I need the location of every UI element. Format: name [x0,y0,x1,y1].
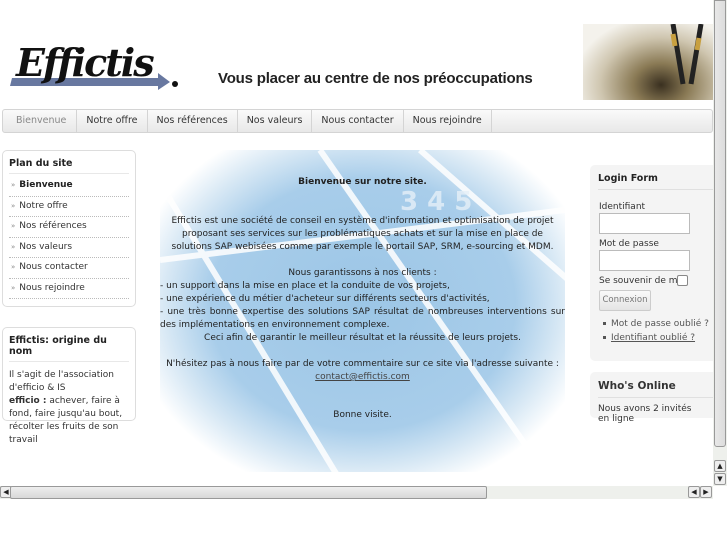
bullet-icon [603,336,606,339]
list-arrow-icon: » [11,263,16,271]
guarantee-item: - un support dans la mise en place et la… [160,281,450,291]
effictis-logo[interactable]: Effictis [8,40,178,100]
site-map-link[interactable]: Nos valeurs [19,242,72,252]
scroll-left-icon[interactable]: ◀ [688,486,700,498]
bullet-icon [603,322,606,325]
username-input[interactable] [599,213,690,234]
list-arrow-icon: » [11,283,16,292]
guarantee-item: - une expérience du métier d'acheteur su… [160,294,490,304]
list-arrow-icon: » [11,201,16,210]
main-content: Bienvenue sur notre site. Effictis est u… [160,176,565,422]
guarantee-text: Nous garantissons à nos clients : [288,268,437,278]
list-arrow-icon: » [11,181,16,189]
vertical-scroll-thumb[interactable] [714,0,726,447]
intro-text: Effictis est une société de conseil en s… [171,216,554,252]
forgot-username-link[interactable]: Identifiant oublié ? [611,333,695,343]
site-map-link[interactable]: Nos références [19,221,86,231]
list-arrow-icon: » [11,222,16,230]
nav-item-bienvenue[interactable]: Bienvenue [3,110,78,132]
nav-item-notre-offre[interactable]: Notre offre [77,110,148,132]
site-map-module: Plan du site » Bienvenue » Notre offre » No… [2,150,136,307]
welcome-heading: Bienvenue sur notre site. [298,177,427,187]
tagline: Vous placer au centre de nos préoccupati… [218,70,533,87]
scroll-up-icon[interactable]: ▲ [714,460,726,472]
darts-banner-image [583,24,713,100]
forgot-password-link[interactable]: Mot de passe oublié ? [611,319,709,329]
nav-item-nous-contacter[interactable]: Nous contacter [312,110,404,132]
horizontal-scroll-thumb[interactable] [10,486,487,499]
scroll-right-icon[interactable]: ▶ [700,486,712,498]
origin-text: Il s'agit de l'association d'efficio & I… [9,370,114,393]
svg-text:Effictis: Effictis [15,40,154,85]
password-input[interactable] [599,250,690,271]
origin-term: efficio : [9,396,47,406]
nav-item-nos-references[interactable]: Nos références [148,110,238,132]
remember-me-checkbox[interactable] [677,275,688,286]
nav-item-nous-rejoindre[interactable]: Nous rejoindre [404,110,492,132]
whos-online-text: Nous avons 2 invités en ligne [598,404,692,424]
scroll-down-icon[interactable]: ▼ [714,473,726,485]
closing-text: Bonne visite. [333,410,392,420]
username-label: Identifiant [599,202,646,212]
name-origin-title: Effictis: origine du nom [9,328,129,362]
whos-online-module: Who's Online Nous avons 2 invités en lig… [590,372,713,424]
nav-item-nos-valeurs[interactable]: Nos valeurs [238,110,313,132]
guarantee-item: - une très bonne expertise des solutions… [160,307,565,330]
whos-online-title: Who's Online [598,372,713,398]
list-arrow-icon: » [11,242,16,251]
site-map-link[interactable]: Bienvenue [19,180,72,190]
name-origin-module: Effictis: origine du nom Il s'agit de l'… [2,327,136,445]
site-map-link[interactable]: Notre offre [19,201,67,211]
main-nav: Bienvenue Notre offre Nos références Nos… [2,109,713,133]
login-form-title: Login Form [598,165,713,190]
contact-email-link[interactable]: contact@effictis.com [315,372,410,382]
site-map-title: Plan du site [9,151,129,174]
remember-me-label: Se souvenir de moi [599,276,686,286]
login-button[interactable]: Connexion [599,290,651,311]
password-label: Mot de passe [599,239,659,249]
goal-text: Ceci afin de garantir le meilleur résult… [204,333,521,343]
contact-text: N'hésitez pas à nous faire par de votre … [166,359,559,369]
site-map-link[interactable]: Nous rejoindre [19,283,85,293]
site-map-link[interactable]: Nous contacter [19,262,87,272]
